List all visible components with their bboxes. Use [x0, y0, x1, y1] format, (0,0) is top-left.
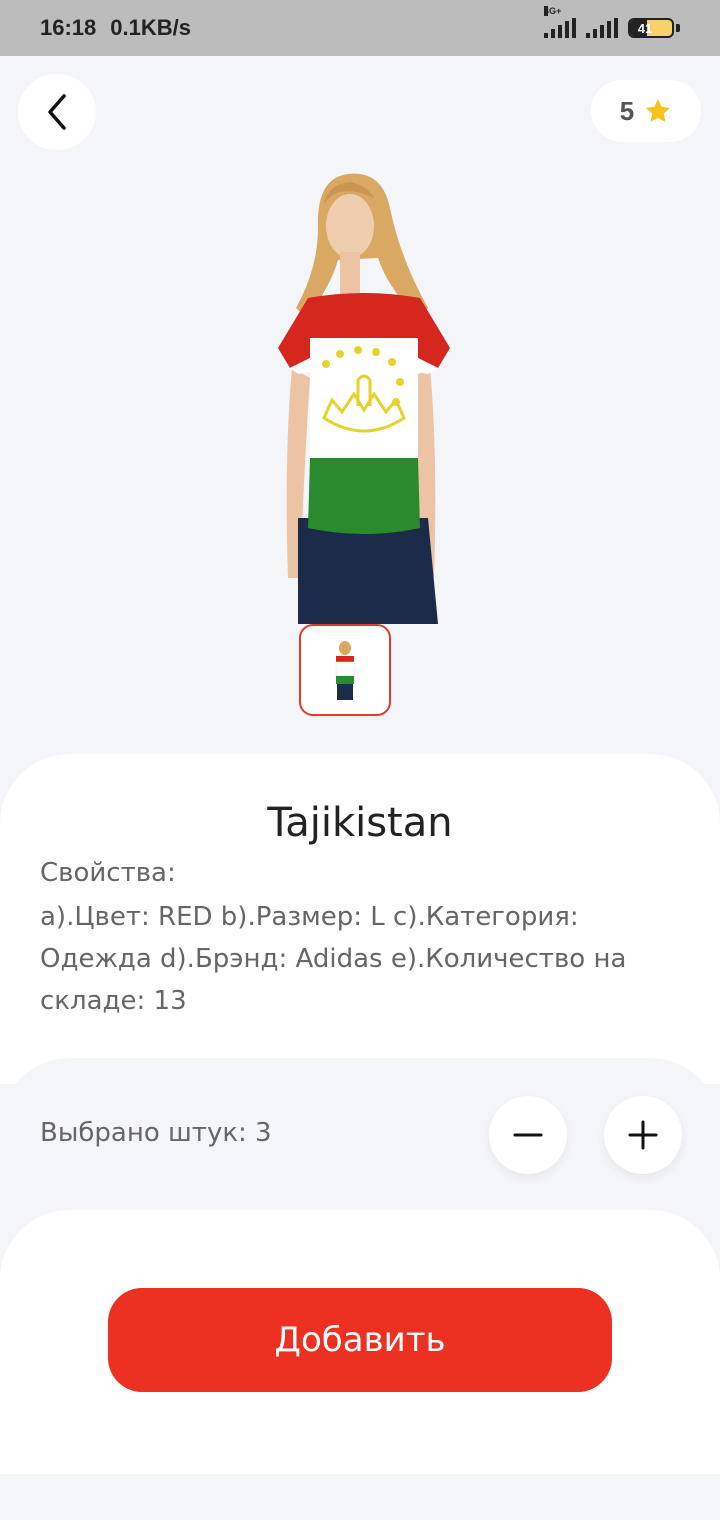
status-icons: 4G+ 41: [544, 6, 680, 38]
properties-text: a).Цвет: RED b).Размер: L c).Категория: …: [40, 902, 627, 1016]
battery-icon: 41: [628, 18, 674, 38]
status-bar: 16:18 0.1KB/s 4G+ 41: [0, 0, 720, 56]
decrease-quantity-button[interactable]: [489, 1096, 567, 1174]
thumbnail-image: [335, 641, 355, 700]
quantity-label: Выбрано штук: 3: [40, 1118, 272, 1148]
status-time: 16:18: [40, 15, 97, 40]
signal-icon: [586, 18, 618, 38]
signal-4g-icon: 4G+: [544, 6, 576, 38]
plus-icon: [628, 1120, 658, 1150]
chevron-left-icon: [48, 94, 66, 130]
status-network-speed: 0.1KB/s: [110, 15, 191, 40]
properties-heading: Свойства:: [40, 858, 176, 888]
minus-icon: [513, 1133, 543, 1137]
back-button[interactable]: [18, 74, 96, 150]
add-button-label: Добавить: [274, 1320, 446, 1360]
network-type-label: 4G+: [544, 6, 562, 16]
product-thumbnail[interactable]: [299, 624, 391, 716]
star-icon: [646, 99, 671, 122]
rating-badge[interactable]: 5: [591, 80, 701, 142]
rating-value: 5: [619, 95, 635, 126]
add-to-cart-button[interactable]: Добавить: [108, 1288, 612, 1392]
product-image[interactable]: [278, 168, 450, 624]
increase-quantity-button[interactable]: [604, 1096, 682, 1174]
battery-level: 41: [637, 20, 653, 36]
product-title: Tajikistan: [267, 800, 453, 846]
